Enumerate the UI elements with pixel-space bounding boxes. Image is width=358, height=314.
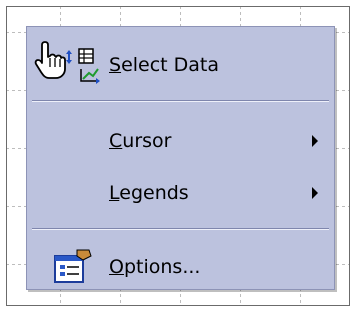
submenu-arrow-icon: [312, 187, 318, 199]
menu-item-select-data[interactable]: Select Data: [27, 39, 334, 91]
menu-item-label: Legends: [109, 182, 189, 204]
hand-pointer-icon: [34, 40, 68, 84]
menu-separator: [32, 100, 329, 102]
menu-item-label: Select Data: [109, 54, 220, 76]
menu-item-label: Cursor: [109, 130, 172, 152]
submenu-arrow-icon: [312, 135, 318, 147]
menu-item-label: Options...: [109, 256, 201, 278]
context-menu: Select Data Cursor Legends Options...: [26, 26, 335, 290]
menu-item-legends[interactable]: Legends: [27, 167, 334, 219]
menu-item-cursor[interactable]: Cursor: [27, 115, 334, 167]
menu-item-options[interactable]: Options...: [27, 241, 334, 293]
options-icon: [53, 248, 93, 290]
menu-separator: [32, 228, 329, 230]
